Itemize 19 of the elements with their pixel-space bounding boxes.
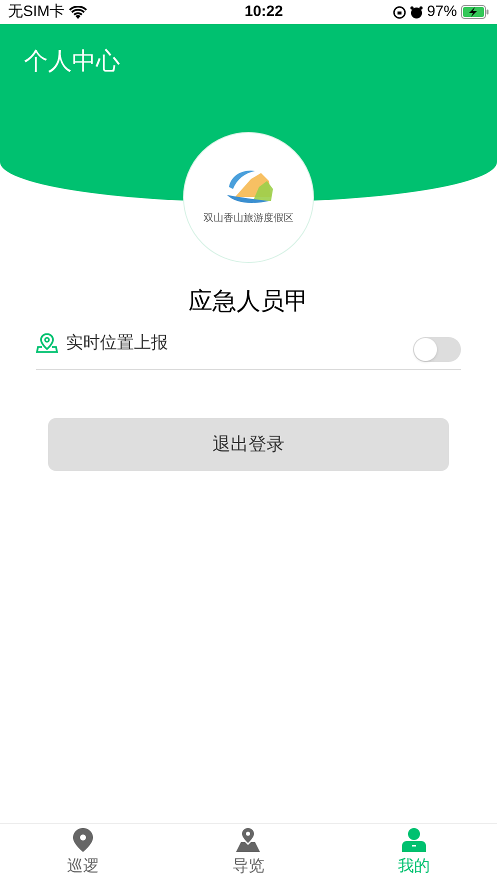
tab-item[interactable]: 导览 bbox=[166, 824, 332, 883]
location-pin-icon bbox=[72, 828, 93, 852]
rotation-lock-icon bbox=[392, 6, 406, 18]
location-marker-icon bbox=[36, 332, 58, 354]
wifi-icon bbox=[68, 6, 87, 18]
page-title: 个人中心 bbox=[24, 48, 120, 75]
time-text: 10:22 bbox=[244, 2, 283, 22]
tab-item[interactable]: 巡逻 bbox=[0, 824, 166, 883]
map-pin-icon bbox=[236, 828, 260, 852]
logout-button[interactable]: 退出登录 bbox=[48, 418, 449, 471]
battery-percent: 97% bbox=[426, 2, 457, 22]
carrier-text: 无SIM卡 bbox=[8, 2, 65, 22]
user-name: 应急人员甲 bbox=[188, 287, 310, 317]
person-icon bbox=[402, 828, 426, 852]
battery-charging-icon bbox=[460, 5, 489, 19]
toggle-switch[interactable] bbox=[413, 337, 461, 362]
logo-caption: 双山香山旅游度假区 bbox=[204, 212, 294, 226]
alarm-icon bbox=[410, 6, 423, 18]
setting-label: 实时位置上报 bbox=[66, 332, 168, 354]
